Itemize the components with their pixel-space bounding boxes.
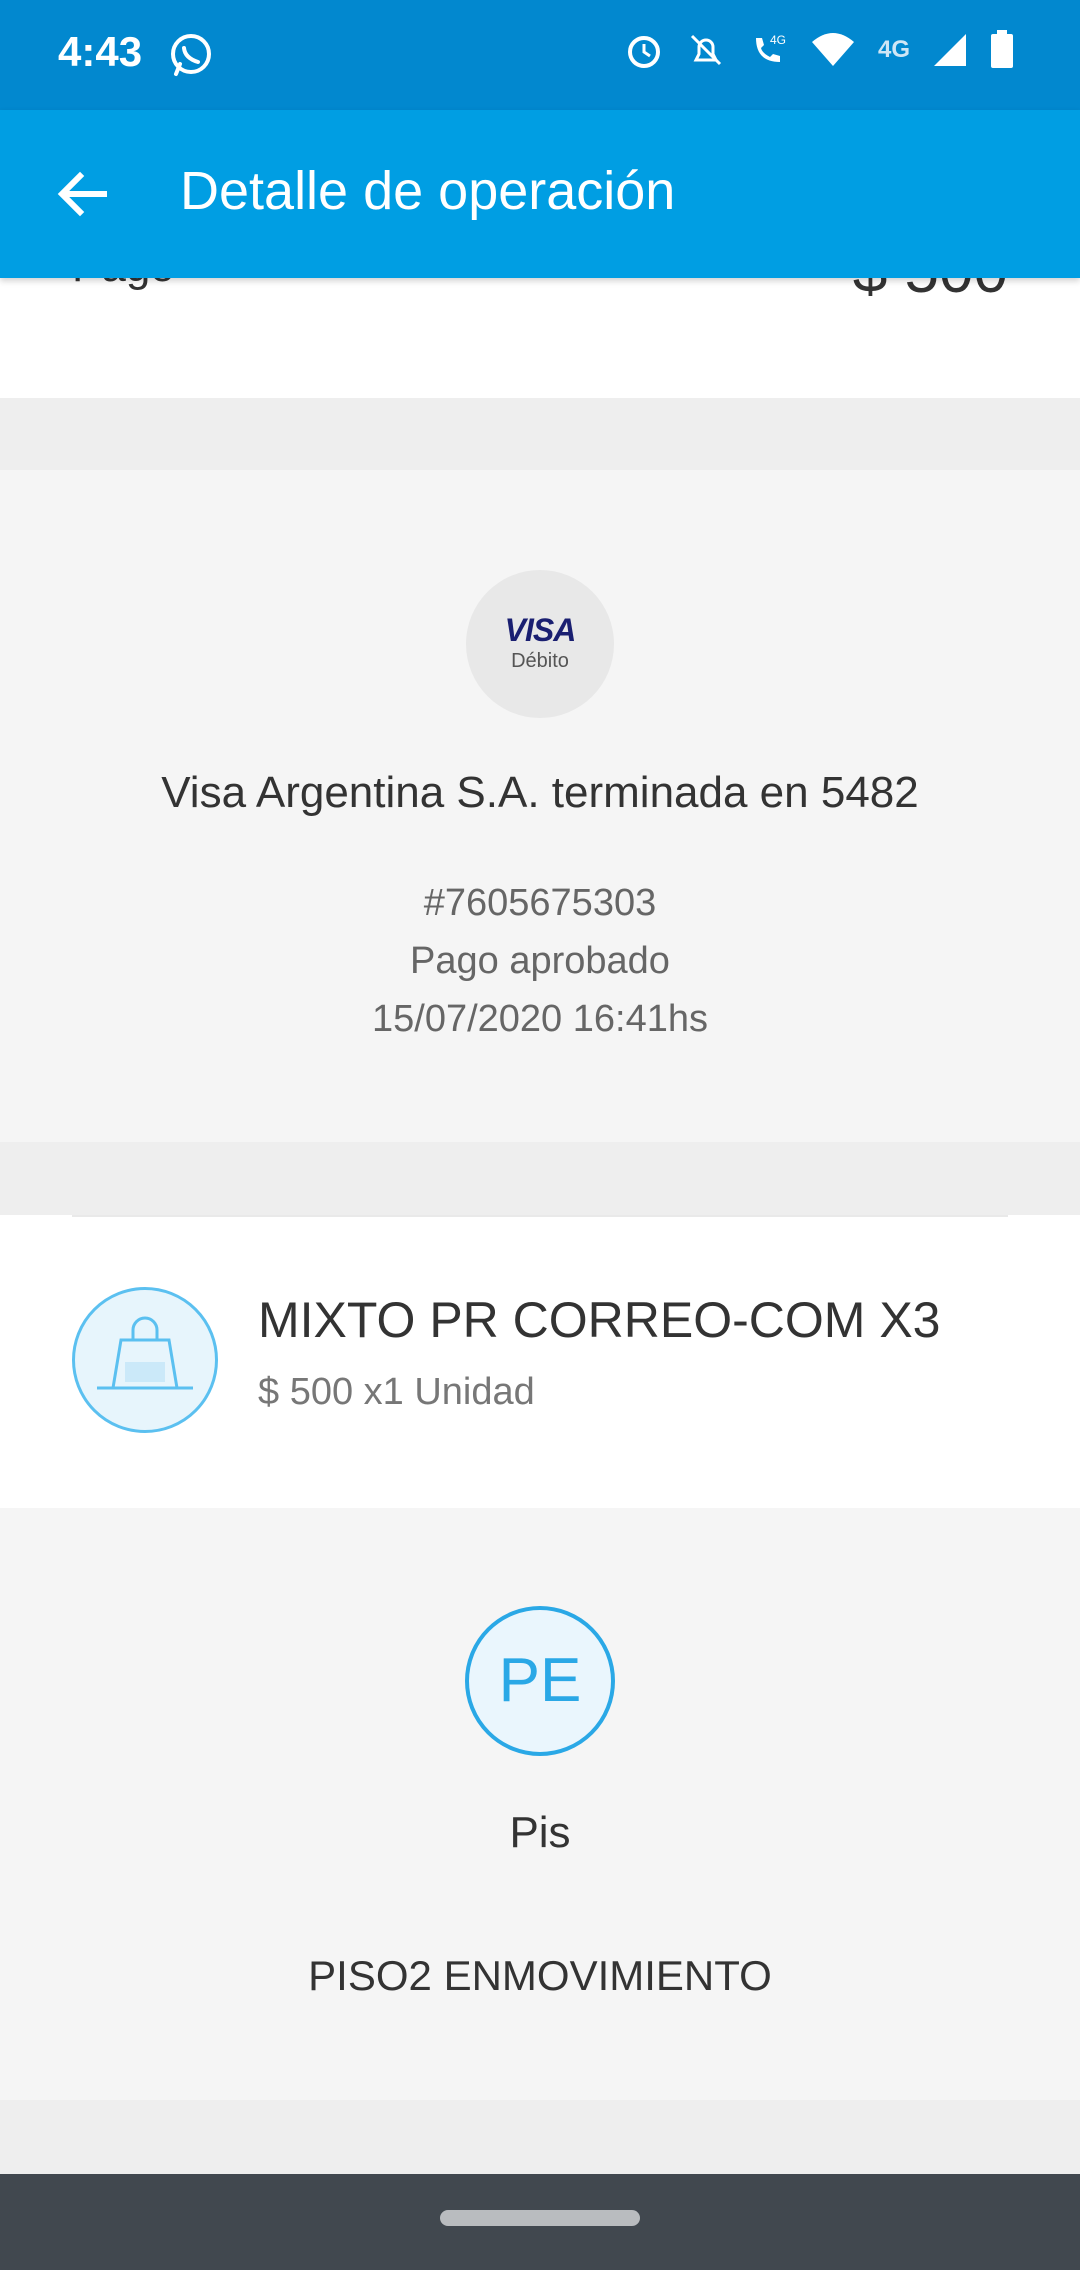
card-brand: VISA: [504, 612, 577, 648]
navigation-bar: [0, 2174, 1080, 2270]
payment-method-section: VISA Débito Visa Argentina S.A. terminad…: [0, 470, 1080, 1142]
seller-avatar: PE: [465, 1606, 615, 1756]
svg-text:4G: 4G: [770, 33, 786, 47]
alarm-icon: [624, 30, 664, 70]
product-price-quantity: $ 500 x1 Unidad: [258, 1371, 535, 1413]
visa-debit-icon: VISA Débito: [466, 570, 614, 718]
section-divider: [0, 398, 1080, 470]
battery-icon: [990, 30, 1014, 70]
home-gesture-handle[interactable]: [440, 2210, 640, 2226]
page-title: Detalle de operación: [180, 161, 676, 221]
divider-line: [72, 1215, 1008, 1217]
network-type: 4G: [877, 36, 910, 63]
seller-section: PE Pis PISO2 ENMOVIMIENTO: [0, 1508, 1080, 2100]
payment-amount: $ 500: [853, 278, 1008, 307]
payment-label: Pago: [72, 278, 175, 292]
volte-call-icon: 4G: [748, 30, 788, 70]
section-divider: [0, 2100, 1080, 2174]
signal-icon: [932, 32, 968, 68]
card-type: Débito: [511, 650, 569, 672]
app-bar: Detalle de operación: [0, 110, 1080, 278]
product-title: MIXTO PR CORREO-COM X3: [258, 1292, 941, 1348]
back-arrow-icon[interactable]: [54, 166, 110, 227]
payment-total-section: Pago $ 500: [0, 278, 1080, 398]
product-section: MIXTO PR CORREO-COM X3 $ 500 x1 Unidad: [0, 1215, 1080, 1508]
status-bar: 4:43 4G 4G: [0, 0, 1080, 110]
card-name: Visa Argentina S.A. terminada en 5482: [161, 768, 919, 817]
section-divider: [0, 1142, 1080, 1215]
status-time: 4:43: [58, 28, 143, 75]
whatsapp-icon: [168, 32, 214, 83]
wifi-icon: [810, 30, 856, 70]
operation-id: #7605675303: [423, 882, 657, 924]
payment-datetime: 15/07/2020 16:41hs: [372, 998, 708, 1040]
payment-status: Pago aprobado: [410, 940, 670, 982]
seller-description: PISO2 ENMOVIMIENTO: [308, 1952, 772, 1999]
seller-name: Pis: [509, 1808, 571, 1857]
shopping-bag-icon: [72, 1287, 218, 1433]
notifications-off-icon: [686, 30, 726, 70]
